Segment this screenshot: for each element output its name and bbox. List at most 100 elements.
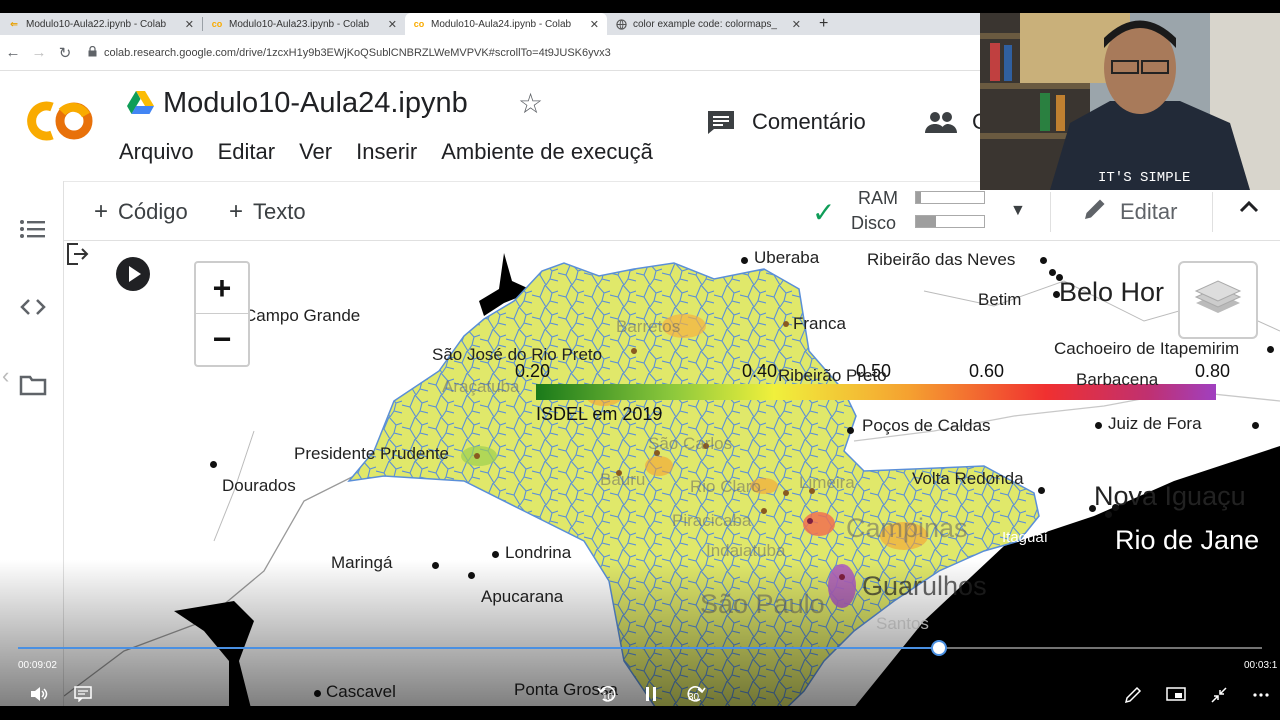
city-label: Limeira [799,473,855,492]
ram-label: RAM [858,188,898,208]
captions-icon[interactable] [74,686,92,702]
city-dot [1112,504,1119,511]
city-dot [1038,487,1045,494]
check-icon: ✓ [812,197,836,228]
comment-button[interactable]: Comentário [706,109,866,135]
url-field[interactable]: colab.research.google.com/drive/1zcxH1y9… [88,45,611,60]
hotspot [803,512,835,536]
city-label: Londrina [505,543,572,562]
exit-fullscreen-icon[interactable] [1210,686,1228,704]
city-dot [1040,257,1047,264]
folder-icon[interactable] [18,370,48,400]
city-dot [492,551,499,558]
legend-tick: 0.40 [742,361,778,381]
share-button[interactable]: C [924,109,980,135]
reload-icon[interactable]: ↻ [52,44,78,62]
share-label: C [972,109,980,134]
skip-forward-button[interactable]: 30 [684,684,706,704]
lock-icon [88,45,97,60]
new-tab-button[interactable]: + [809,15,838,33]
browser-tab-active[interactable]: co Modulo10-Aula24.ipynb - Colab ✕ [405,13,607,35]
city-label-large: Rio de Jane [1115,525,1260,555]
city-label: Ribeirão das Neves [867,250,1016,269]
remaining-time: 00:03:1 [1244,660,1278,671]
comment-label: Comentário [752,109,866,134]
close-tab-icon[interactable]: ✕ [185,18,194,31]
menu-item-arquivo[interactable]: Arquivo [119,139,194,165]
tab-title: Modulo10-Aula22.ipynb - Colab [26,18,167,30]
tab-title: Modulo10-Aula24.ipynb - Colab [431,18,572,30]
disk-usage-bar[interactable] [915,215,985,228]
video-progress-bar[interactable] [18,647,1262,649]
add-code-button[interactable]: + Código [94,198,188,226]
city-label: Barbacena [1076,370,1159,389]
skip-back-label: 10 [602,692,614,703]
globe-icon [615,18,627,30]
code-snippets-icon[interactable] [18,292,48,322]
zoom-in-button[interactable]: + [196,263,248,314]
pencil-icon [1082,196,1108,228]
city-label: Uberaba [754,248,820,267]
top-black-bar [0,0,1280,13]
hotspot [828,564,856,608]
zoom-out-button[interactable]: − [196,314,248,365]
city-label: Maringá [331,553,393,572]
layers-button[interactable] [1178,261,1258,339]
webcam-image: IT'S SIMPLE [980,13,1280,190]
close-tab-icon[interactable]: ✕ [590,18,599,31]
close-tab-icon[interactable]: ✕ [388,18,397,31]
toolbar-divider [1212,192,1213,232]
lake-shape [174,601,254,720]
pause-button[interactable] [644,686,658,702]
city-label: Bauru [600,470,646,489]
city-label: Franca [793,314,846,333]
city-dot [1089,505,1096,512]
colab-logo[interactable] [22,99,94,143]
more-options-icon[interactable] [1252,686,1270,702]
city-label: Ribeirão Preto [778,366,887,385]
city-label: São José do Rio Preto [432,345,603,364]
menu-item-ver[interactable]: Ver [299,139,332,165]
google-drive-icon[interactable] [127,91,154,115]
star-icon[interactable]: ☆ [518,87,543,120]
city-label-large: Guarulhos [862,571,987,601]
city-label: Araçatuba [442,377,520,396]
table-of-contents-icon[interactable] [18,214,48,244]
ram-usage-bar[interactable] [915,191,985,204]
hotspot [645,456,673,476]
chevron-up-icon[interactable] [1238,196,1260,225]
chevron-down-icon[interactable]: ▼ [1010,202,1026,220]
volume-icon[interactable] [30,686,48,702]
notebook-title[interactable]: Modulo10-Aula24.ipynb [163,87,468,120]
city-label: Rio Claro [690,477,761,496]
disk-label: Disco [851,213,897,233]
skip-back-button[interactable]: 10 [597,684,619,704]
run-cell-button[interactable] [116,257,150,291]
add-text-button[interactable]: + Texto [229,198,306,226]
browser-tab[interactable]: ⇐ Modulo10-Aula22.ipynb - Colab ✕ [0,13,202,35]
menu-item-inserir[interactable]: Inserir [356,139,417,165]
close-tab-icon[interactable]: ✕ [792,18,801,31]
colab-header: Modulo10-Aula24.ipynb ☆ Arquivo Editar V… [0,71,980,181]
output-link-icon[interactable] [64,241,90,267]
legend-caption: ISDEL em 2019 [536,404,663,424]
browser-tab[interactable]: co Modulo10-Aula23.ipynb - Colab ✕ [203,13,405,35]
forward-arrow-icon[interactable]: → [26,44,52,61]
disk-usage-fill [916,216,937,227]
menu-bar: Arquivo Editar Ver Inserir Ambiente de e… [119,139,679,165]
pencil-icon[interactable] [1124,686,1142,704]
miniplayer-icon[interactable] [1166,686,1186,702]
city-label-large: Campinas [846,513,968,543]
edit-button[interactable]: Editar [1082,196,1177,228]
browser-tab[interactable]: color example code: colormaps_ ✕ [607,13,809,35]
chevron-left-icon[interactable]: ‹ [2,363,9,389]
back-arrow-icon[interactable]: ← [0,44,26,61]
people-icon [925,112,957,133]
city-label: São Carlos [648,434,733,453]
menu-item-editar[interactable]: Editar [218,139,275,165]
city-label: Dourados [222,476,296,495]
menu-item-ambiente[interactable]: Ambiente de execuçã [441,139,653,165]
video-progress-thumb[interactable] [930,640,947,656]
skip-forward-label: 30 [688,692,700,703]
city-dot [1267,346,1274,353]
